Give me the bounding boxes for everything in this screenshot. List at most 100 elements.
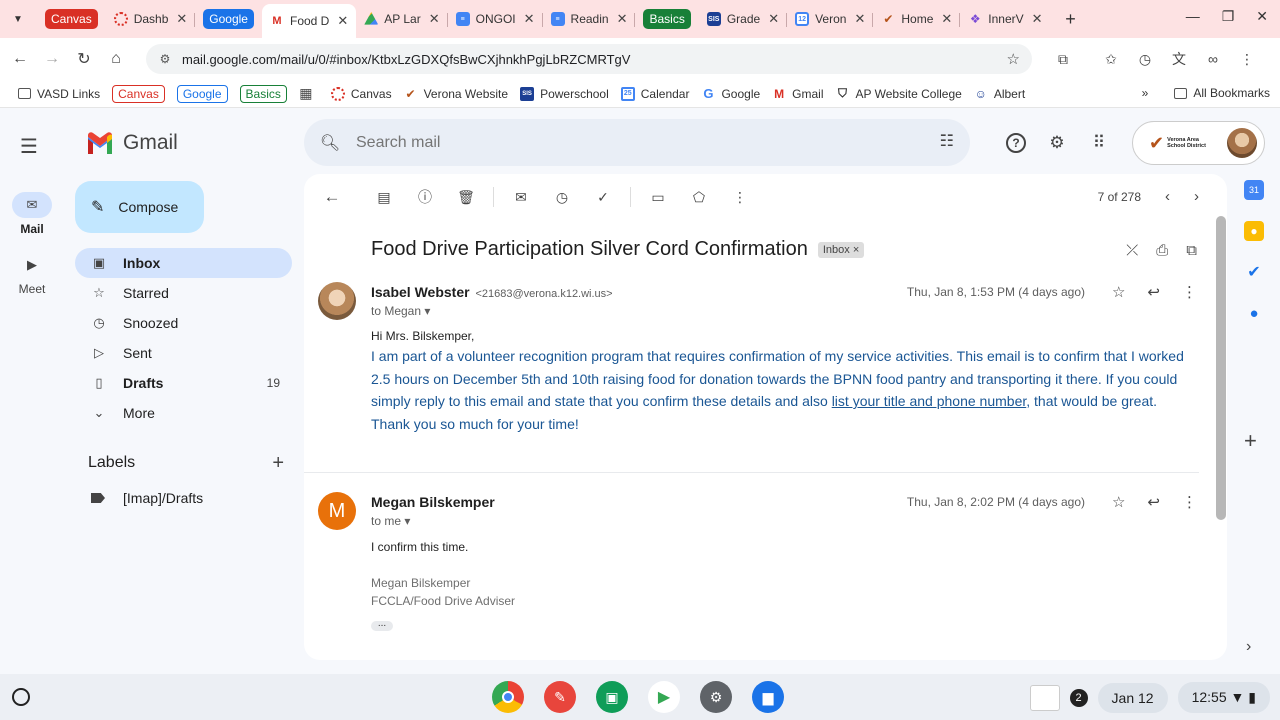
bookmark-gmail[interactable]: M Gmail xyxy=(772,87,823,101)
tab-canvas-chip[interactable]: Canvas xyxy=(37,4,106,34)
recipient-line[interactable]: to Megan ▾ xyxy=(371,304,430,318)
contacts-icon[interactable]: ● xyxy=(1244,303,1264,323)
show-side-panel-icon[interactable]: › xyxy=(1246,638,1251,656)
notification-count[interactable]: 2 xyxy=(1069,688,1088,707)
rail-meet[interactable]: ▶ Meet xyxy=(0,252,64,296)
reply-icon[interactable]: ↩ xyxy=(1147,493,1160,511)
all-bookmarks[interactable]: All Bookmarks xyxy=(1174,86,1270,100)
close-icon[interactable]: ✕ xyxy=(337,13,348,29)
tab-innerview[interactable]: ❖ InnerV ✕ xyxy=(960,4,1050,34)
restore-icon[interactable]: ❐ xyxy=(1222,8,1235,25)
search-input[interactable] xyxy=(356,133,896,152)
tab-dashboard[interactable]: Dashb ✕ xyxy=(106,4,196,34)
labels-icon[interactable]: ⬠ xyxy=(685,186,713,208)
nav-drafts[interactable]: ▯ Drafts 19 xyxy=(75,368,292,398)
chrome-icon[interactable] xyxy=(492,681,524,713)
tab-ap-lang[interactable]: AP Lar ✕ xyxy=(356,4,448,34)
show-trimmed-content-button[interactable]: ... xyxy=(371,619,393,631)
more-icon[interactable]: ⋮ xyxy=(726,186,754,208)
tab-basics-chip[interactable]: Basics xyxy=(635,4,698,34)
bookmark-google-chip[interactable]: Google xyxy=(176,84,228,103)
star-icon[interactable]: ☆ xyxy=(1112,283,1125,301)
link-icon[interactable]: ∞ xyxy=(1200,44,1226,74)
reply-icon[interactable]: ↩ xyxy=(1147,283,1160,301)
recipient-line[interactable]: to me ▾ xyxy=(371,514,410,528)
back-to-inbox-icon[interactable]: ← xyxy=(318,186,346,208)
close-window-icon[interactable]: ✕ xyxy=(1256,8,1268,25)
new-tab-button[interactable]: + xyxy=(1059,9,1083,30)
nav-more[interactable]: ⌄ More xyxy=(75,398,292,428)
move-to-icon[interactable]: ▭ xyxy=(644,186,672,208)
canvas-app-icon[interactable]: ✎ xyxy=(544,681,576,713)
bookmark-canvas[interactable]: Canvas xyxy=(330,86,392,101)
nav-inbox[interactable]: ▣ Inbox xyxy=(75,248,292,278)
date-pill[interactable]: Jan 12 xyxy=(1097,682,1168,713)
search-options-icon[interactable]: ☷ xyxy=(940,131,954,151)
close-icon[interactable]: ✕ xyxy=(524,11,535,27)
bookmark-star-icon[interactable]: ☆ xyxy=(1007,50,1020,68)
settings-app-icon[interactable]: ⚙ xyxy=(700,681,732,713)
delete-icon[interactable]: 🗑︎ xyxy=(452,186,480,208)
scrollbar[interactable] xyxy=(1216,216,1226,520)
reload-icon[interactable]: ↻ xyxy=(68,43,100,75)
bookmark-vasd-links[interactable]: VASD Links xyxy=(18,87,100,101)
keep-icon[interactable]: ● xyxy=(1244,221,1264,241)
nav-snoozed[interactable]: ◷ Snoozed xyxy=(75,308,292,338)
collapse-all-icon[interactable]: ⤫ xyxy=(1126,242,1138,259)
bookmark-albert[interactable]: ☺ Albert xyxy=(974,87,1026,101)
nav-sent[interactable]: ▷ Sent xyxy=(75,338,292,368)
more-options-icon[interactable]: ⋮ xyxy=(1182,493,1197,511)
tab-verona[interactable]: 12 Veron ✕ xyxy=(787,4,874,34)
sender-avatar[interactable] xyxy=(318,282,356,320)
more-options-icon[interactable]: ⋮ xyxy=(1182,283,1197,301)
launcher-icon[interactable] xyxy=(12,688,30,706)
archive-icon[interactable]: ▤ xyxy=(370,186,398,208)
address-bar[interactable]: ⚙ mail.google.com/mail/u/0/#inbox/KtbxLz… xyxy=(146,44,1032,74)
report-spam-icon[interactable]: ⓘ xyxy=(411,186,439,208)
inbox-label-chip[interactable]: Inbox × xyxy=(817,241,865,258)
older-icon[interactable]: › xyxy=(1194,188,1199,205)
calendar-icon[interactable]: 31 xyxy=(1244,180,1264,200)
search-icon[interactable]: 🔍︎ xyxy=(304,133,356,153)
bookmarks-overflow-icon[interactable]: » xyxy=(1142,86,1149,100)
rail-mail[interactable]: ✉ Mail xyxy=(0,192,64,236)
tab-search-button[interactable]: ▼ xyxy=(7,8,29,30)
add-to-tasks-icon[interactable]: ✓ xyxy=(589,186,617,208)
add-label-icon[interactable]: + xyxy=(272,452,284,475)
classroom-icon[interactable]: ▣ xyxy=(596,681,628,713)
compose-button[interactable]: ✎ Compose xyxy=(75,181,204,233)
home-icon[interactable]: ⌂ xyxy=(100,43,132,75)
tab-food-drive[interactable]: M Food D ✕ xyxy=(261,4,357,38)
site-info-icon[interactable]: ⚙ xyxy=(152,52,178,66)
minimize-icon[interactable]: — xyxy=(1186,8,1200,25)
tab-home[interactable]: ✔ Home ✕ xyxy=(873,4,961,34)
tasks-icon[interactable]: ✔ xyxy=(1244,262,1264,282)
account-switcher[interactable]: ✔ Verona Area School District xyxy=(1132,121,1265,165)
tab-reading[interactable]: ≡ Readin ✕ xyxy=(543,4,636,34)
bookmark-basics-chip[interactable]: Basics xyxy=(239,84,287,103)
remove-label-icon[interactable]: × xyxy=(853,244,859,256)
open-new-window-icon[interactable]: ⧉ xyxy=(1186,242,1197,259)
history-icon[interactable]: ◷ xyxy=(1132,44,1158,74)
gmail-logo[interactable]: Gmail xyxy=(86,131,178,155)
newer-icon[interactable]: ‹ xyxy=(1165,188,1170,205)
extensions-icon[interactable]: ⧉ xyxy=(1050,44,1076,74)
print-icon[interactable]: ⎙ xyxy=(1156,242,1168,259)
snooze-icon[interactable]: ◷ xyxy=(548,186,576,208)
bookmark-google[interactable]: G Google xyxy=(701,86,760,101)
play-store-icon[interactable]: ▶ xyxy=(648,681,680,713)
bookmark-apps[interactable]: ▦ xyxy=(299,85,319,101)
close-icon[interactable]: ✕ xyxy=(768,11,779,27)
close-icon[interactable]: ✕ xyxy=(941,11,952,27)
files-icon[interactable]: ▆ xyxy=(752,681,784,713)
nav-starred[interactable]: ☆ Starred xyxy=(75,278,292,308)
close-icon[interactable]: ✕ xyxy=(429,11,440,27)
close-icon[interactable]: ✕ xyxy=(1032,11,1043,27)
label-imap-drafts[interactable]: [Imap]/Drafts xyxy=(91,490,203,506)
sender-avatar[interactable]: M xyxy=(318,492,356,530)
help-icon[interactable]: ? xyxy=(1006,133,1026,153)
screenshot-thumbnail[interactable] xyxy=(1029,684,1060,711)
status-tray[interactable]: 12:55 ▼ ▮ xyxy=(1177,682,1270,713)
translate-icon[interactable]: 文 xyxy=(1166,44,1192,74)
tab-ongoing[interactable]: ≡ ONGOI ✕ xyxy=(448,4,543,34)
